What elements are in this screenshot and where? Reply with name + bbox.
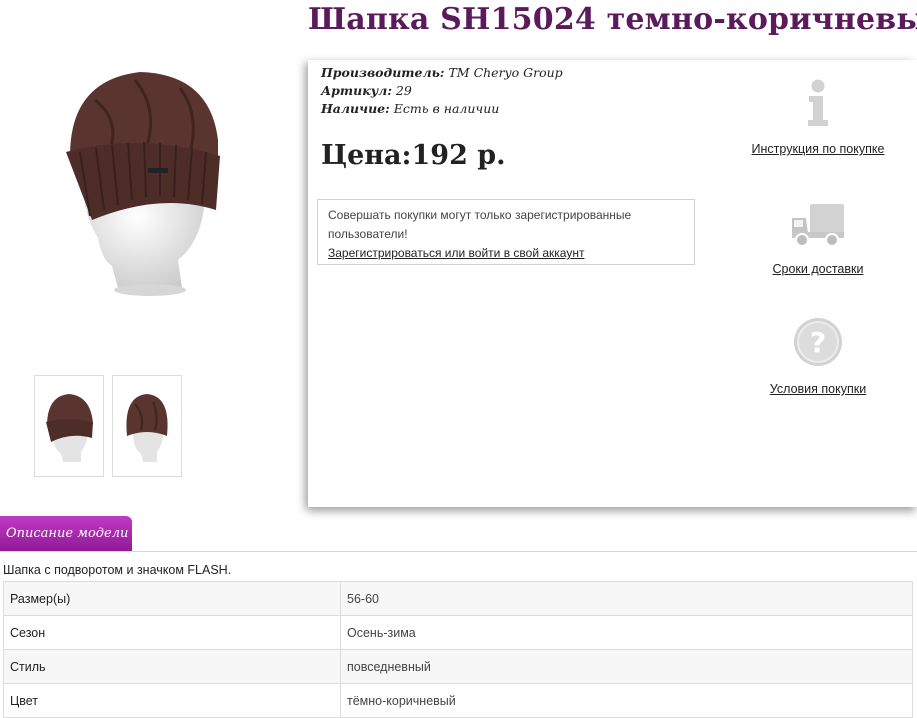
- availability-value: Есть в наличии: [393, 101, 500, 116]
- sku-label: Артикул:: [321, 83, 392, 98]
- sku-value: 29: [395, 83, 412, 98]
- price: Цена:192 р.: [321, 140, 506, 171]
- page-title: Шапка SH15024 темно-коричневый: [308, 2, 917, 37]
- product-main-image[interactable]: [40, 60, 250, 300]
- availability-label: Наличие:: [321, 101, 390, 116]
- price-label: Цена:: [321, 140, 412, 171]
- tab-divider: [0, 551, 917, 552]
- attribute-value: Осень-зима: [340, 615, 913, 650]
- table-row: Сезон Осень-зима: [3, 615, 913, 650]
- purchase-instructions-link[interactable]: Инструкция по покупке: [752, 142, 885, 156]
- register-login-link[interactable]: Зарегистрироваться или войти в свой акка…: [328, 246, 584, 260]
- attribute-value: 56-60: [340, 581, 913, 616]
- product-description: Шапка с подворотом и значком FLASH.: [3, 563, 232, 577]
- attribute-name: Стиль: [3, 649, 341, 684]
- attribute-name: Размер(ы): [3, 581, 341, 616]
- info-icon: [808, 79, 828, 126]
- delivery-truck-icon: [792, 204, 844, 247]
- attribute-value: тёмно-коричневый: [340, 683, 913, 718]
- manufacturer-value: TM Cheryo Group: [448, 65, 563, 80]
- attributes-table: Размер(ы) 56-60 Сезон Осень-зима Стиль п…: [3, 581, 913, 718]
- product-meta: Производитель: TM Cheryo Group Артикул: …: [321, 64, 563, 118]
- table-row: Размер(ы) 56-60: [3, 581, 913, 616]
- purchase-instructions-block: Инструкция по покупке: [728, 78, 908, 157]
- tab-description[interactable]: Описание модели: [0, 516, 132, 551]
- delivery-terms-link[interactable]: Сроки доставки: [773, 262, 864, 276]
- price-value: 192 р.: [411, 140, 506, 171]
- svg-text:?: ?: [810, 326, 826, 359]
- login-notice-text: Совершать покупки могут только зарегистр…: [328, 208, 632, 241]
- login-notice: Совершать покупки могут только зарегистр…: [317, 199, 695, 265]
- attribute-name: Сезон: [3, 615, 341, 650]
- attribute-value: повседневный: [340, 649, 913, 684]
- product-thumbnail[interactable]: [34, 375, 104, 477]
- table-row: Цвет тёмно-коричневый: [3, 683, 913, 718]
- product-thumbnail[interactable]: [112, 375, 182, 477]
- manufacturer-label: Производитель:: [321, 65, 445, 80]
- delivery-terms-block: Сроки доставки: [728, 200, 908, 277]
- question-icon: ?: [794, 318, 842, 366]
- purchase-terms-link[interactable]: Условия покупки: [770, 382, 866, 396]
- product-info-panel: Производитель: TM Cheryo Group Артикул: …: [308, 60, 917, 507]
- table-row: Стиль повседневный: [3, 649, 913, 684]
- purchase-terms-block: ? Условия покупки: [728, 316, 908, 397]
- attribute-name: Цвет: [3, 683, 341, 718]
